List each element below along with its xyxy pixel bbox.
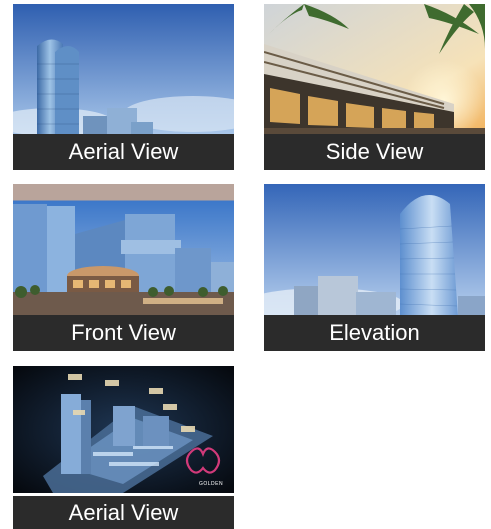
logo-text: GOLDEN bbox=[199, 481, 224, 487]
gallery-item-aerial-view-2[interactable]: GOLDEN Aerial View bbox=[13, 366, 234, 529]
gallery-item-aerial-view-1[interactable]: Aerial View bbox=[13, 4, 234, 170]
gallery-item-front-view[interactable]: Front View bbox=[13, 184, 234, 351]
gallery-caption: Elevation bbox=[264, 315, 485, 351]
gallery-caption: Front View bbox=[13, 315, 234, 351]
gallery-caption: Aerial View bbox=[13, 496, 234, 529]
gallery-caption: Aerial View bbox=[13, 134, 234, 170]
side-view-image[interactable] bbox=[264, 4, 485, 135]
front-view-image[interactable] bbox=[13, 184, 234, 316]
gallery-item-side-view[interactable]: Side View bbox=[264, 4, 485, 170]
gallery-item-elevation[interactable]: Elevation bbox=[264, 184, 485, 351]
aerial-night-view-image[interactable]: GOLDEN bbox=[13, 366, 234, 493]
elevation-image[interactable] bbox=[264, 184, 485, 316]
aerial-view-image[interactable] bbox=[13, 4, 234, 135]
gallery-caption: Side View bbox=[264, 134, 485, 170]
